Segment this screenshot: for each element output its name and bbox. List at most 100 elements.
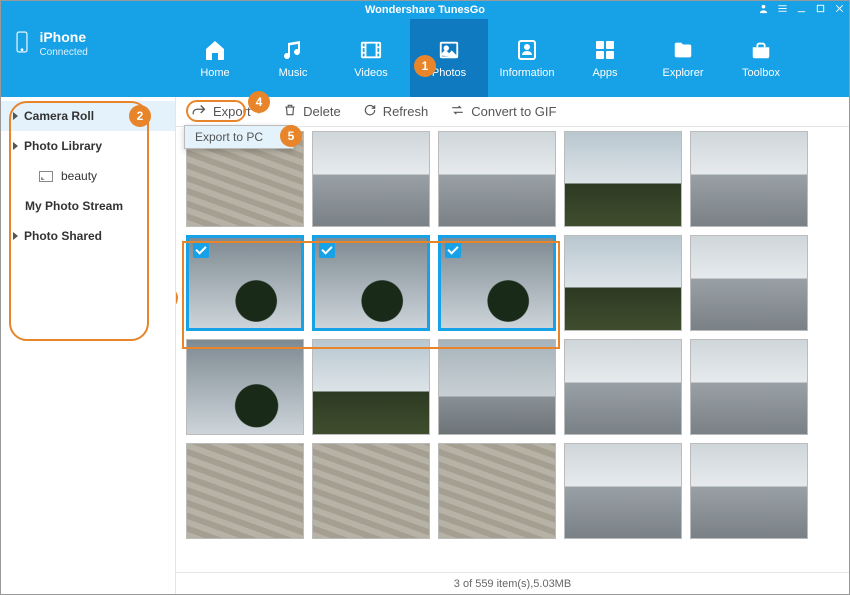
tab-label: Information bbox=[499, 67, 554, 79]
photo-thumb[interactable] bbox=[186, 339, 304, 435]
grid-row bbox=[186, 339, 843, 435]
refresh-icon bbox=[363, 103, 377, 120]
videos-icon bbox=[356, 37, 386, 63]
expand-icon bbox=[13, 112, 18, 120]
app-title: Wondershare TunesGo bbox=[365, 4, 485, 16]
home-icon bbox=[200, 37, 230, 63]
export-button[interactable]: Export ▾ bbox=[192, 103, 261, 121]
sidebar-item-photo-library[interactable]: Photo Library bbox=[1, 131, 175, 161]
tab-toolbox[interactable]: Toolbox bbox=[722, 19, 800, 97]
sidebar-item-label: Camera Roll bbox=[24, 109, 94, 123]
photos-icon bbox=[434, 37, 464, 63]
tab-label: Explorer bbox=[663, 67, 704, 79]
sidebar: Camera Roll Photo Library beauty My Phot… bbox=[1, 97, 176, 594]
explorer-icon bbox=[668, 37, 698, 63]
convert-to-gif-button[interactable]: Convert to GIF bbox=[450, 103, 556, 120]
export-icon bbox=[192, 103, 207, 121]
device-panel[interactable]: iPhone Connected bbox=[1, 19, 176, 97]
photo-thumb[interactable] bbox=[690, 339, 808, 435]
main-tabs: Home Music Videos 1 Photos Information bbox=[176, 19, 849, 97]
sidebar-item-my-photo-stream[interactable]: My Photo Stream bbox=[1, 191, 175, 221]
photo-grid[interactable]: 3 bbox=[176, 127, 849, 572]
apps-icon bbox=[590, 37, 620, 63]
dropdown-item-label: Export to PC bbox=[195, 130, 263, 144]
body: Camera Roll Photo Library beauty My Phot… bbox=[1, 97, 849, 594]
sidebar-item-label: Photo Shared bbox=[24, 229, 102, 243]
photo-thumb[interactable] bbox=[690, 131, 808, 227]
sidebar-item-label: beauty bbox=[61, 169, 97, 183]
close-button[interactable] bbox=[834, 3, 845, 17]
delete-label: Delete bbox=[303, 104, 341, 119]
information-icon bbox=[512, 37, 542, 63]
photo-thumb[interactable] bbox=[312, 131, 430, 227]
export-label: Export bbox=[213, 104, 251, 119]
photo-thumb[interactable] bbox=[438, 131, 556, 227]
export-to-pc-item[interactable]: Export to PC bbox=[185, 126, 293, 148]
photo-thumb[interactable] bbox=[312, 339, 430, 435]
toolbox-icon bbox=[746, 37, 776, 63]
grid-row bbox=[186, 443, 843, 539]
tab-explorer[interactable]: Explorer bbox=[644, 19, 722, 97]
delete-icon bbox=[283, 103, 297, 120]
check-icon bbox=[319, 242, 335, 258]
convert-icon bbox=[450, 103, 465, 120]
sidebar-item-beauty[interactable]: beauty bbox=[1, 161, 175, 191]
status-bar: 3 of 559 item(s),5.03MB bbox=[176, 572, 849, 594]
photo-thumb[interactable] bbox=[564, 131, 682, 227]
window-controls bbox=[758, 1, 845, 19]
tab-home[interactable]: Home bbox=[176, 19, 254, 97]
music-icon bbox=[278, 37, 308, 63]
check-icon bbox=[445, 242, 461, 258]
delete-button[interactable]: Delete bbox=[283, 103, 341, 120]
refresh-button[interactable]: Refresh bbox=[363, 103, 429, 120]
sidebar-item-photo-shared[interactable]: Photo Shared bbox=[1, 221, 175, 251]
chevron-down-icon: ▾ bbox=[257, 106, 262, 117]
device-name: iPhone bbox=[39, 29, 87, 45]
grid-row bbox=[186, 235, 843, 331]
expand-icon bbox=[13, 232, 18, 240]
tab-label: Music bbox=[279, 67, 308, 79]
photo-thumb-selected[interactable] bbox=[186, 235, 304, 331]
photo-thumb-selected[interactable] bbox=[438, 235, 556, 331]
tab-photos[interactable]: 1 Photos bbox=[410, 19, 488, 97]
tab-label: Home bbox=[200, 67, 229, 79]
maximize-button[interactable] bbox=[815, 3, 826, 17]
photo-thumb[interactable] bbox=[438, 443, 556, 539]
check-icon bbox=[193, 242, 209, 258]
app-window: Wondershare TunesGo iPhone Connected Hom… bbox=[0, 0, 850, 595]
device-status: Connected bbox=[39, 47, 87, 58]
header: iPhone Connected Home Music Videos 1 Pho… bbox=[1, 19, 849, 97]
tab-music[interactable]: Music bbox=[254, 19, 332, 97]
export-dropdown: Export to PC bbox=[184, 125, 294, 149]
phone-icon bbox=[15, 31, 29, 58]
minimize-button[interactable] bbox=[796, 3, 807, 17]
photo-thumb[interactable] bbox=[438, 339, 556, 435]
main-panel: Export ▾ Delete Refresh Convert to GIF 4 bbox=[176, 97, 849, 594]
photo-thumb[interactable] bbox=[690, 443, 808, 539]
toolbar: Export ▾ Delete Refresh Convert to GIF 4 bbox=[176, 97, 849, 127]
sidebar-item-label: My Photo Stream bbox=[25, 199, 123, 213]
tab-label: Toolbox bbox=[742, 67, 780, 79]
user-icon[interactable] bbox=[758, 3, 769, 17]
photo-thumb[interactable] bbox=[564, 235, 682, 331]
convert-label: Convert to GIF bbox=[471, 104, 556, 119]
titlebar: Wondershare TunesGo bbox=[1, 1, 849, 19]
photo-thumb-selected[interactable] bbox=[312, 235, 430, 331]
album-icon bbox=[39, 171, 53, 182]
tab-label: Videos bbox=[354, 67, 387, 79]
photo-thumb[interactable] bbox=[564, 339, 682, 435]
menu-icon[interactable] bbox=[777, 3, 788, 17]
photo-thumb[interactable] bbox=[564, 443, 682, 539]
photo-thumb[interactable] bbox=[186, 443, 304, 539]
sidebar-item-camera-roll[interactable]: Camera Roll bbox=[1, 101, 175, 131]
tab-videos[interactable]: Videos bbox=[332, 19, 410, 97]
photo-thumb[interactable] bbox=[312, 443, 430, 539]
photo-thumb[interactable] bbox=[690, 235, 808, 331]
expand-icon bbox=[13, 142, 18, 150]
status-text: 3 of 559 item(s),5.03MB bbox=[454, 578, 571, 590]
callout-badge-3: 3 bbox=[176, 287, 178, 309]
tab-apps[interactable]: Apps bbox=[566, 19, 644, 97]
refresh-label: Refresh bbox=[383, 104, 429, 119]
tab-information[interactable]: Information bbox=[488, 19, 566, 97]
sidebar-item-label: Photo Library bbox=[24, 139, 102, 153]
